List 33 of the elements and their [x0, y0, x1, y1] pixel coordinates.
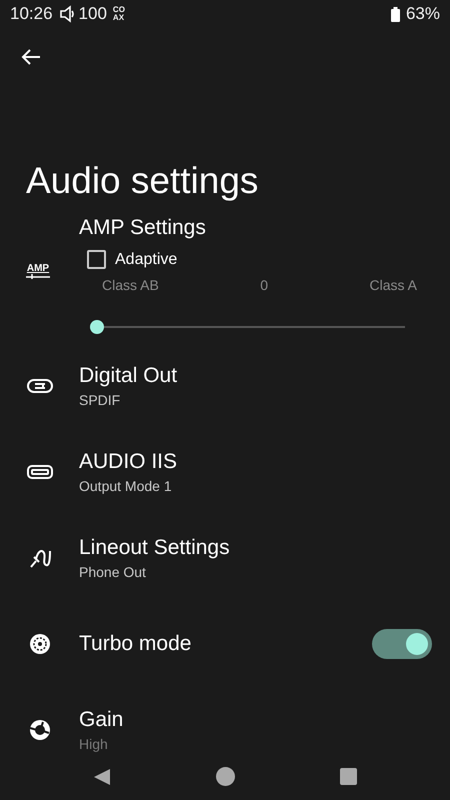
slider-value: 0	[260, 277, 268, 293]
speaker-icon	[58, 5, 77, 23]
setting-title[interactable]: Gain	[79, 706, 450, 734]
turbine-icon	[28, 633, 50, 655]
output-label: CO AX	[112, 6, 125, 22]
gain-icon	[28, 719, 50, 741]
slider-thumb[interactable]	[90, 320, 104, 334]
checkbox-label: Adaptive	[115, 250, 178, 268]
setting-title: Turbo mode	[79, 631, 192, 657]
setting-value: High	[79, 735, 109, 754]
volume-level: 100	[78, 4, 107, 24]
back-nav-icon[interactable]	[92, 768, 111, 786]
setting-title[interactable]: Lineout Settings	[79, 534, 450, 562]
home-nav-icon[interactable]	[216, 767, 235, 786]
adaptive-checkbox[interactable]	[87, 250, 106, 269]
setting-value: SPDIF	[79, 391, 122, 410]
back-arrow-icon[interactable]	[21, 48, 41, 66]
amp-settings-title: AMP Settings	[79, 215, 207, 241]
clock: 10:26	[10, 4, 53, 24]
setting-title[interactable]: Digital Out	[79, 362, 450, 390]
slider-min-label: Class AB	[102, 277, 159, 293]
setting-value: Output Mode 1	[79, 477, 173, 496]
setting-title[interactable]: AUDIO IIS	[79, 448, 450, 476]
toggle-switch[interactable]	[372, 629, 432, 659]
port-icon	[26, 465, 52, 479]
setting-value: Phone Out	[79, 563, 147, 582]
page-title: Audio settings	[26, 159, 260, 203]
connector-icon	[26, 378, 52, 394]
recents-nav-icon[interactable]	[340, 768, 358, 785]
cable-icon	[28, 547, 52, 569]
battery-percent: 63%	[406, 4, 440, 24]
slider-max-label: Class A	[370, 277, 417, 293]
battery-icon	[390, 6, 400, 22]
